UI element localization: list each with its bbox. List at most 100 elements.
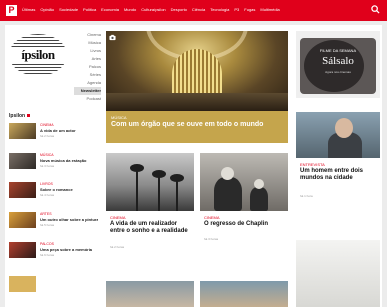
article-card-chaplin[interactable]: CINEMA O regresso de Chaplin há 3 horas	[200, 153, 288, 273]
category-item[interactable]: Livros	[74, 47, 101, 55]
palm-frond	[152, 170, 166, 178]
hero-caption: MÚSICA Com um órgão que se ouve em todo …	[106, 111, 288, 143]
card-meta: há 1 hora	[300, 194, 313, 198]
main-nav: Últimas Opinião Sociedade Política Econo…	[22, 7, 280, 13]
camera-icon	[109, 34, 116, 41]
figure-adult	[214, 177, 242, 211]
hero-image	[106, 31, 288, 111]
card-meta: há 3 horas	[204, 237, 219, 241]
article-card-palms[interactable]: CINEMA A vida de um realizador entre o s…	[106, 153, 194, 273]
person-head	[335, 118, 353, 138]
nav-item[interactable]: Fugas	[244, 7, 255, 13]
sidebar-article[interactable]: MÚSICA Nova música da estação há 3 horas	[9, 153, 99, 177]
sidebar-kicker: CINEMA	[40, 123, 54, 127]
sidebar-thumb	[9, 242, 36, 258]
nav-item[interactable]: P3	[234, 7, 239, 13]
card-meta: há 2 horas	[110, 245, 125, 249]
hero-kicker: MÚSICA	[111, 115, 127, 120]
sidebar-title[interactable]: Uma peça sobre a memória	[40, 247, 98, 252]
sidebar-article[interactable]: ARTES Um outro olhar sobre a pintura há …	[9, 212, 99, 236]
article-card-street[interactable]	[200, 281, 288, 307]
masthead-logo-text: ípsilon	[7, 48, 69, 62]
category-item[interactable]: Palcos	[74, 63, 101, 71]
sidebar-meta: há 2 horas	[40, 134, 55, 138]
top-bar: P Últimas Opinião Sociedade Política Eco…	[0, 0, 387, 21]
promo-film-name: Sálsalo	[322, 55, 354, 67]
card-title[interactable]: A vida de um realizador entre o sonho e …	[110, 221, 190, 235]
sidebar-heading-text: Ipsilon	[9, 113, 26, 119]
nav-item[interactable]: Política	[83, 7, 96, 13]
promo-top-text: FILME DA SEMANA	[319, 48, 357, 53]
publico-logo[interactable]: P	[6, 5, 17, 16]
palm-frond	[170, 174, 184, 182]
interview-image	[296, 112, 380, 158]
nav-item[interactable]: Tecnologia	[210, 7, 229, 13]
nav-item[interactable]: Ciência	[192, 7, 205, 13]
nav-item[interactable]: Últimas	[22, 7, 35, 13]
card-kicker: CINEMA	[204, 215, 220, 220]
sidebar-thumb	[9, 182, 36, 198]
category-item-highlight[interactable]: Newsletter	[74, 87, 101, 95]
nav-item[interactable]: Economia	[101, 7, 119, 13]
sidebar-article[interactable]: PALCOS Uma peça sobre a memória há 6 hor…	[9, 242, 99, 266]
card-title[interactable]: O regresso de Chaplin	[204, 221, 284, 228]
nav-item[interactable]: Culturaípsilon	[141, 7, 165, 13]
category-menu: Cinema Música Livros Artes Palcos Séries…	[74, 31, 101, 103]
category-item[interactable]: Agenda	[74, 79, 101, 87]
sidebar-thumb	[9, 276, 36, 292]
figure-head	[221, 167, 234, 180]
nav-item[interactable]: Opinião	[40, 7, 54, 13]
card-title[interactable]: Um homem entre dois mundos na cidade	[300, 168, 376, 182]
sidebar-meta: há 3 horas	[40, 164, 55, 168]
nav-item[interactable]: Multimédia	[260, 7, 279, 13]
street-image	[200, 281, 288, 307]
palms-image	[106, 153, 194, 211]
promo-poster: FILME DA SEMANA Sálsalo Agora nos cinema…	[300, 38, 376, 94]
category-item[interactable]: Podcast	[74, 95, 101, 103]
street-image	[106, 281, 194, 307]
white-image	[296, 240, 380, 307]
sidebar-meta: há 6 horas	[40, 253, 55, 257]
sidebar-meta: há 4 horas	[40, 193, 55, 197]
article-card-interview[interactable]: ENTREVISTA Um homem entre dois mundos na…	[296, 112, 380, 232]
card-kicker: ENTREVISTA	[300, 162, 325, 167]
sidebar-title[interactable]: Um outro olhar sobre a pintura	[40, 217, 98, 222]
nav-item[interactable]: Sociedade	[59, 7, 78, 13]
hero-organ	[172, 49, 222, 97]
promo-bottom-text: Agora nos cinemas	[325, 70, 351, 74]
ipsilon-masthead[interactable]: ípsilon	[7, 34, 69, 76]
sidebar-title[interactable]: Sobre o romance	[40, 187, 98, 192]
article-card-white[interactable]	[296, 240, 380, 307]
category-item[interactable]: Artes	[74, 55, 101, 63]
palm-trunk	[136, 167, 138, 211]
sidebar-article[interactable]: CINEMA A vida de um actor há 2 horas	[9, 123, 99, 147]
sidebar-thumb	[9, 123, 36, 139]
category-item[interactable]: Séries	[74, 71, 101, 79]
category-item[interactable]: Música	[74, 39, 101, 47]
article-card-street[interactable]	[106, 281, 194, 307]
sidebar-kicker: ARTES	[40, 212, 52, 216]
sidebar-meta: há 5 horas	[40, 223, 55, 227]
hero-title[interactable]: Com um órgão que se ouve em todo o mundo	[111, 121, 283, 129]
film-promo-card[interactable]: FILME DA SEMANA Sálsalo Agora nos cinema…	[296, 31, 380, 98]
palm-trunk	[176, 177, 178, 211]
figure-head	[254, 179, 264, 189]
sidebar-title[interactable]: Nova música da estação	[40, 158, 98, 163]
chaplin-image	[200, 153, 288, 211]
palm-trunk	[158, 173, 160, 211]
category-item[interactable]: Cinema	[74, 31, 101, 39]
sidebar-article[interactable]	[9, 276, 99, 300]
figure-child	[250, 187, 268, 211]
sidebar-thumb	[9, 212, 36, 228]
card-kicker: CINEMA	[110, 215, 126, 220]
sidebar-title[interactable]: A vida de um actor	[40, 128, 98, 133]
nav-item[interactable]: Mundo	[124, 7, 136, 13]
sidebar-heading-dot	[27, 114, 31, 117]
nav-item[interactable]: Desporto	[171, 7, 187, 13]
hero-article[interactable]: MÚSICA Com um órgão que se ouve em todo …	[106, 31, 288, 143]
sidebar-article[interactable]: LIVROS Sobre o romance há 4 horas	[9, 182, 99, 206]
sidebar-thumb	[9, 153, 36, 169]
sidebar-kicker: MÚSICA	[40, 153, 54, 157]
sidebar-kicker: LIVROS	[40, 182, 53, 186]
search-icon[interactable]	[371, 5, 380, 14]
